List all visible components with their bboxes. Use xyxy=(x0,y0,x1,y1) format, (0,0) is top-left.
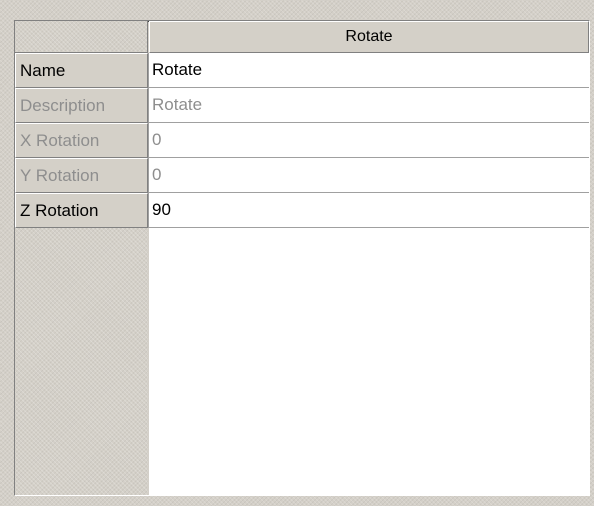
property-row-name: Name Rotate xyxy=(15,53,589,88)
name-value-field[interactable]: Rotate xyxy=(148,53,589,88)
x-rotation-value-field: 0 xyxy=(148,123,589,158)
z-rotation-value-field[interactable]: 90 xyxy=(148,193,589,228)
column-header-rotate[interactable]: Rotate xyxy=(149,21,589,53)
property-row-description: Description Rotate xyxy=(15,88,589,123)
row-label-y-rotation: Y Rotation xyxy=(15,158,148,193)
property-rows: Name Rotate Description Rotate X Rotatio… xyxy=(15,53,589,228)
row-label-name[interactable]: Name xyxy=(15,53,148,88)
y-rotation-value-field: 0 xyxy=(148,158,589,193)
property-row-z-rotation: Z Rotation 90 xyxy=(15,193,589,228)
row-label-description: Description xyxy=(15,88,148,123)
description-value-field: Rotate xyxy=(148,88,589,123)
property-panel: Rotate Name Rotate Description Rotate X … xyxy=(0,0,594,506)
row-label-z-rotation[interactable]: Z Rotation xyxy=(15,193,148,228)
property-row-y-rotation: Y Rotation 0 xyxy=(15,158,589,193)
grid-header-row: Rotate xyxy=(15,21,589,53)
row-label-x-rotation: X Rotation xyxy=(15,123,148,158)
property-row-x-rotation: X Rotation 0 xyxy=(15,123,589,158)
grid-corner-cell xyxy=(15,21,148,53)
property-grid: Rotate Name Rotate Description Rotate X … xyxy=(14,20,590,496)
